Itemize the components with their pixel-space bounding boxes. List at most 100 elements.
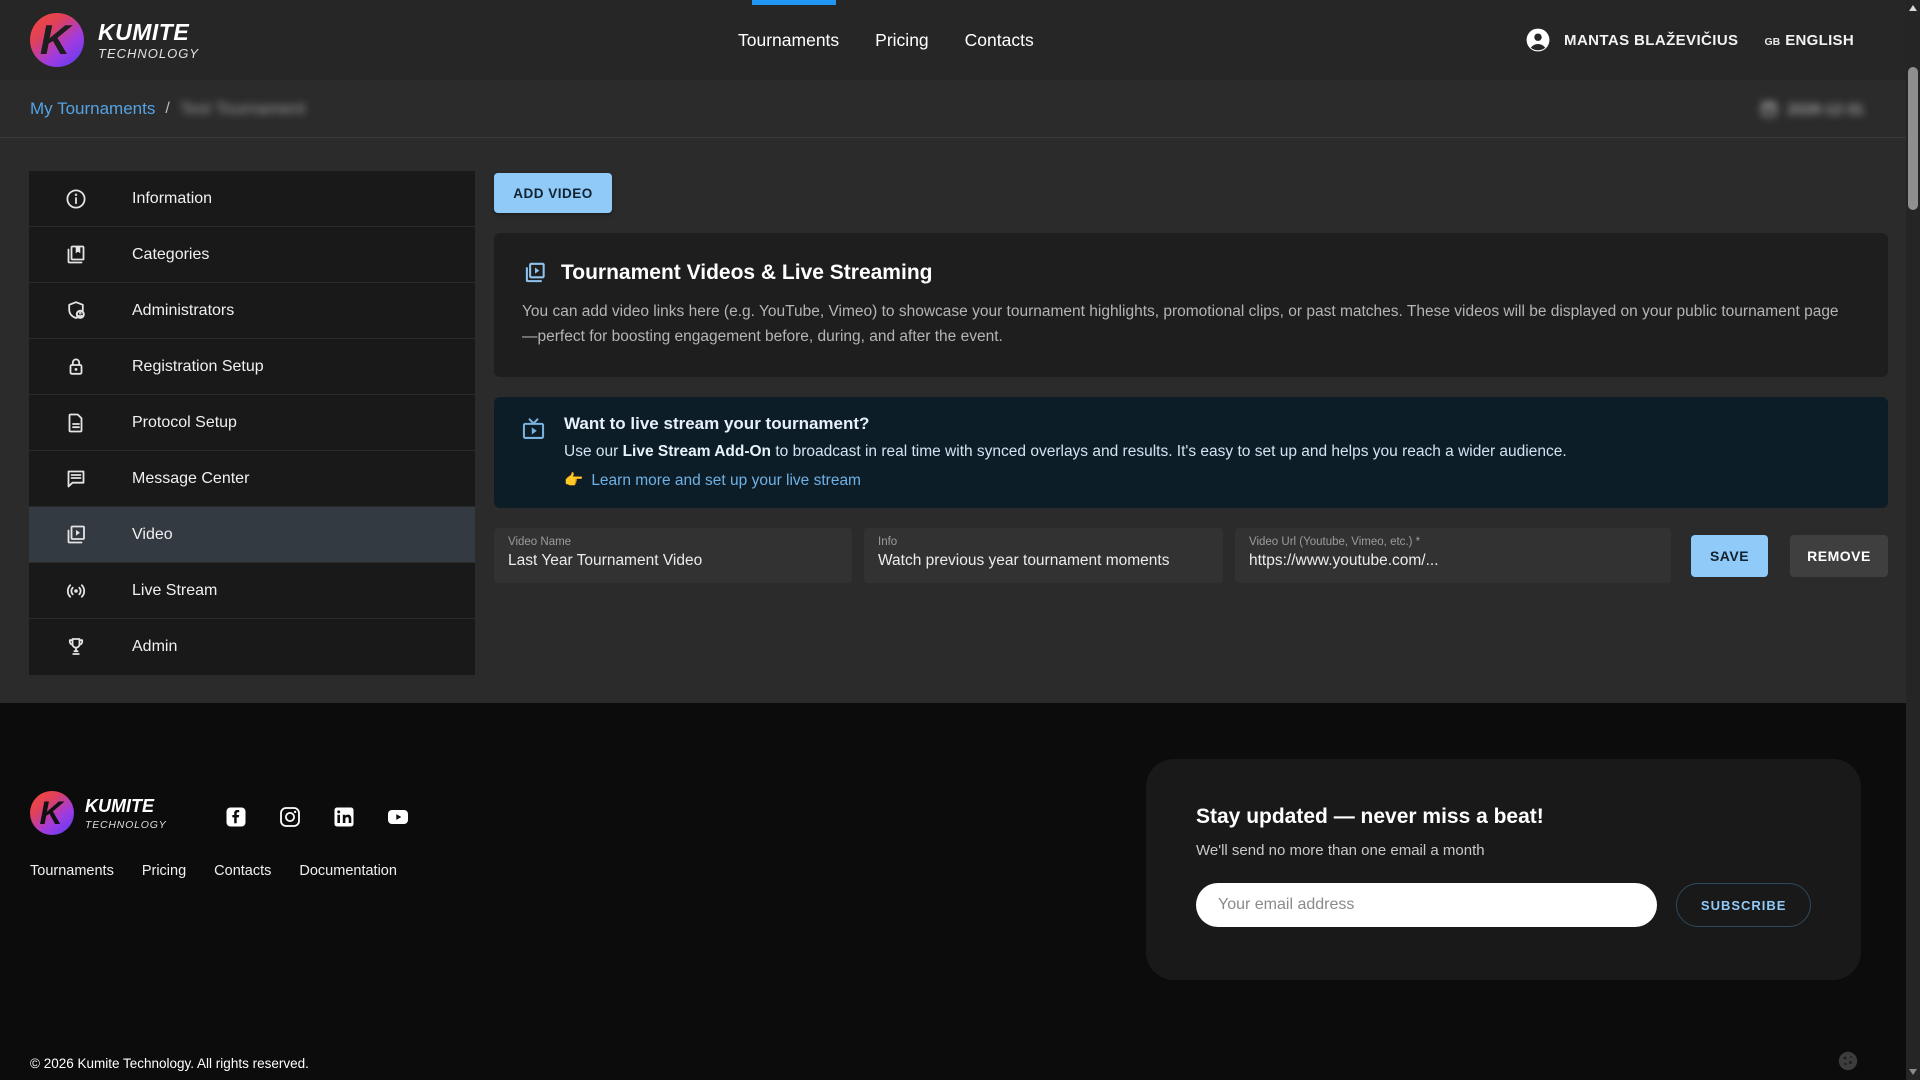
newsletter-subtext: We'll send no more than one email a mont… — [1196, 842, 1811, 859]
footer-brand-subtitle: TECHNOLOGY — [85, 819, 167, 831]
video-name-input[interactable] — [508, 552, 838, 570]
tournament-date-redacted: 2026-12-31 — [1787, 101, 1864, 118]
user-area: MANTAS BLAŽEVIČIUS GB ENGLISH — [1524, 0, 1854, 80]
sidebar-item-administrators[interactable]: Administrators — [29, 283, 475, 339]
video-url-input[interactable] — [1249, 552, 1657, 570]
live-stream-banner: Want to live stream your tournament? Use… — [494, 397, 1888, 508]
videos-card-description: You can add video links here (e.g. YouTu… — [522, 299, 1852, 349]
breadcrumb-bar: My Tournaments / Test Tournament 2026-12… — [0, 80, 1920, 138]
info-icon — [64, 187, 88, 211]
video-info-input[interactable] — [878, 552, 1209, 570]
linkedin-icon[interactable] — [332, 805, 356, 829]
video-name-field: Video Name — [494, 528, 852, 583]
video-name-label: Video Name — [508, 536, 838, 548]
chat-icon — [64, 467, 88, 491]
banner-title: Want to live stream your tournament? — [564, 414, 1567, 434]
instagram-icon[interactable] — [278, 805, 302, 829]
lock-icon — [64, 355, 88, 379]
nav-contacts[interactable]: Contacts — [965, 30, 1034, 51]
sidebar-item-label: Message Center — [132, 470, 249, 488]
scrollbar-thumb[interactable] — [1908, 67, 1918, 210]
videos-info-card: Tournament Videos & Live Streaming You c… — [494, 233, 1888, 377]
footer-brand[interactable]: K KUMITE TECHNOLOGY — [30, 791, 167, 835]
sidebar-item-label: Categories — [132, 246, 209, 264]
active-tab-indicator — [752, 0, 836, 5]
sidebar-item-label: Protocol Setup — [132, 414, 237, 432]
sidebar-item-admin[interactable]: Admin — [29, 619, 475, 675]
video-entry-row: Video Name Info Video Url (Youtube, Vime… — [494, 528, 1888, 583]
add-video-button[interactable]: ADD VIDEO — [494, 173, 612, 213]
facebook-icon[interactable] — [224, 805, 248, 829]
sidebar-item-video[interactable]: Video — [29, 507, 475, 563]
user-name[interactable]: MANTAS BLAŽEVIČIUS — [1564, 32, 1738, 49]
subscribe-button[interactable]: SUBSCRIBE — [1676, 883, 1811, 927]
video-info-label: Info — [878, 536, 1209, 548]
kumite-logo-icon: K — [30, 791, 74, 835]
newsletter-heading: Stay updated — never miss a beat! — [1196, 805, 1811, 829]
content-layout: Information Categories Adminis — [0, 138, 1920, 703]
copyright-text: © 2026 Kumite Technology. All rights res… — [30, 1056, 309, 1071]
banner-addon-name: Live Stream Add-On — [623, 443, 771, 460]
sidebar-item-protocol-setup[interactable]: Protocol Setup — [29, 395, 475, 451]
app-header: K KUMITE TECHNOLOGY Tournaments Pricing … — [0, 0, 1920, 80]
tournament-sidebar: Information Categories Adminis — [29, 171, 475, 703]
nav-pricing[interactable]: Pricing — [875, 30, 929, 51]
sidebar-item-label: Live Stream — [132, 582, 217, 600]
breadcrumb-current-redacted: Test Tournament — [180, 99, 305, 119]
remove-button[interactable]: REMOVE — [1790, 535, 1888, 577]
footer-link-tournaments[interactable]: Tournaments — [30, 863, 114, 879]
sidebar-item-message-center[interactable]: Message Center — [29, 451, 475, 507]
sidebar-item-live-stream[interactable]: Live Stream — [29, 563, 475, 619]
sidebar-item-information[interactable]: Information — [29, 171, 475, 227]
brand-logo[interactable]: K KUMITE TECHNOLOGY — [30, 0, 199, 80]
pointing-hand-emoji: 👉 — [564, 471, 583, 490]
breadcrumb-my-tournaments[interactable]: My Tournaments — [30, 99, 155, 119]
document-icon — [64, 411, 88, 435]
language-code: GB — [1764, 36, 1780, 48]
scrollbar-down-arrow-icon[interactable] — [1909, 1069, 1917, 1075]
sensors-icon — [64, 579, 88, 603]
video-library-icon — [64, 523, 88, 547]
scrollbar-up-arrow-icon[interactable] — [1909, 5, 1917, 11]
footer-brand-name: KUMITE — [85, 796, 167, 817]
tournament-date-chip: 2026-12-31 — [1759, 80, 1864, 138]
footer-links: Tournaments Pricing Contacts Documentati… — [30, 863, 397, 879]
live-tv-icon — [520, 416, 547, 443]
brand-subtitle: TECHNOLOGY — [98, 47, 199, 60]
nav-tournaments[interactable]: Tournaments — [738, 30, 839, 51]
newsletter-card: Stay updated — never miss a beat! We'll … — [1146, 759, 1861, 980]
cookie-settings-icon[interactable] — [1836, 1049, 1860, 1073]
youtube-icon[interactable] — [386, 805, 410, 829]
language-label: ENGLISH — [1785, 32, 1854, 49]
sidebar-item-label: Video — [132, 526, 173, 544]
sidebar-item-registration-setup[interactable]: Registration Setup — [29, 339, 475, 395]
newsletter-email-input[interactable] — [1196, 883, 1657, 927]
footer-link-pricing[interactable]: Pricing — [142, 863, 186, 879]
page-footer: K KUMITE TECHNOLOGY — [0, 703, 1920, 1080]
page: K KUMITE TECHNOLOGY Tournaments Pricing … — [0, 0, 1920, 1080]
social-links — [224, 805, 410, 829]
breadcrumb: My Tournaments / Test Tournament — [30, 80, 305, 138]
bookmark-icon — [64, 243, 88, 267]
sidebar-item-label: Registration Setup — [132, 358, 264, 376]
footer-link-contacts[interactable]: Contacts — [214, 863, 271, 879]
account-circle-icon[interactable] — [1524, 26, 1552, 54]
page-scrollbar[interactable] — [1906, 0, 1920, 1080]
language-selector[interactable]: GB ENGLISH — [1764, 32, 1854, 49]
sidebar-item-label: Administrators — [132, 302, 234, 320]
trophy-icon — [64, 635, 88, 659]
video-url-label: Video Url (Youtube, Vimeo, etc.) * — [1249, 536, 1657, 548]
video-library-icon — [522, 260, 548, 286]
sidebar-item-categories[interactable]: Categories — [29, 227, 475, 283]
calendar-icon — [1759, 99, 1779, 119]
main-nav: Tournaments Pricing Contacts — [738, 0, 1034, 80]
live-stream-learn-more-link[interactable]: Learn more and set up your live stream — [591, 472, 861, 490]
breadcrumb-separator: / — [165, 100, 169, 118]
save-button[interactable]: SAVE — [1691, 535, 1768, 577]
videos-card-title: Tournament Videos & Live Streaming — [561, 261, 932, 285]
brand-name: KUMITE — [98, 21, 199, 44]
kumite-logo-icon: K — [30, 13, 84, 67]
video-page-main: ADD VIDEO Tournament Videos & Live Strea… — [494, 171, 1888, 703]
footer-link-documentation[interactable]: Documentation — [299, 863, 397, 879]
video-url-field: Video Url (Youtube, Vimeo, etc.) * — [1235, 528, 1671, 583]
